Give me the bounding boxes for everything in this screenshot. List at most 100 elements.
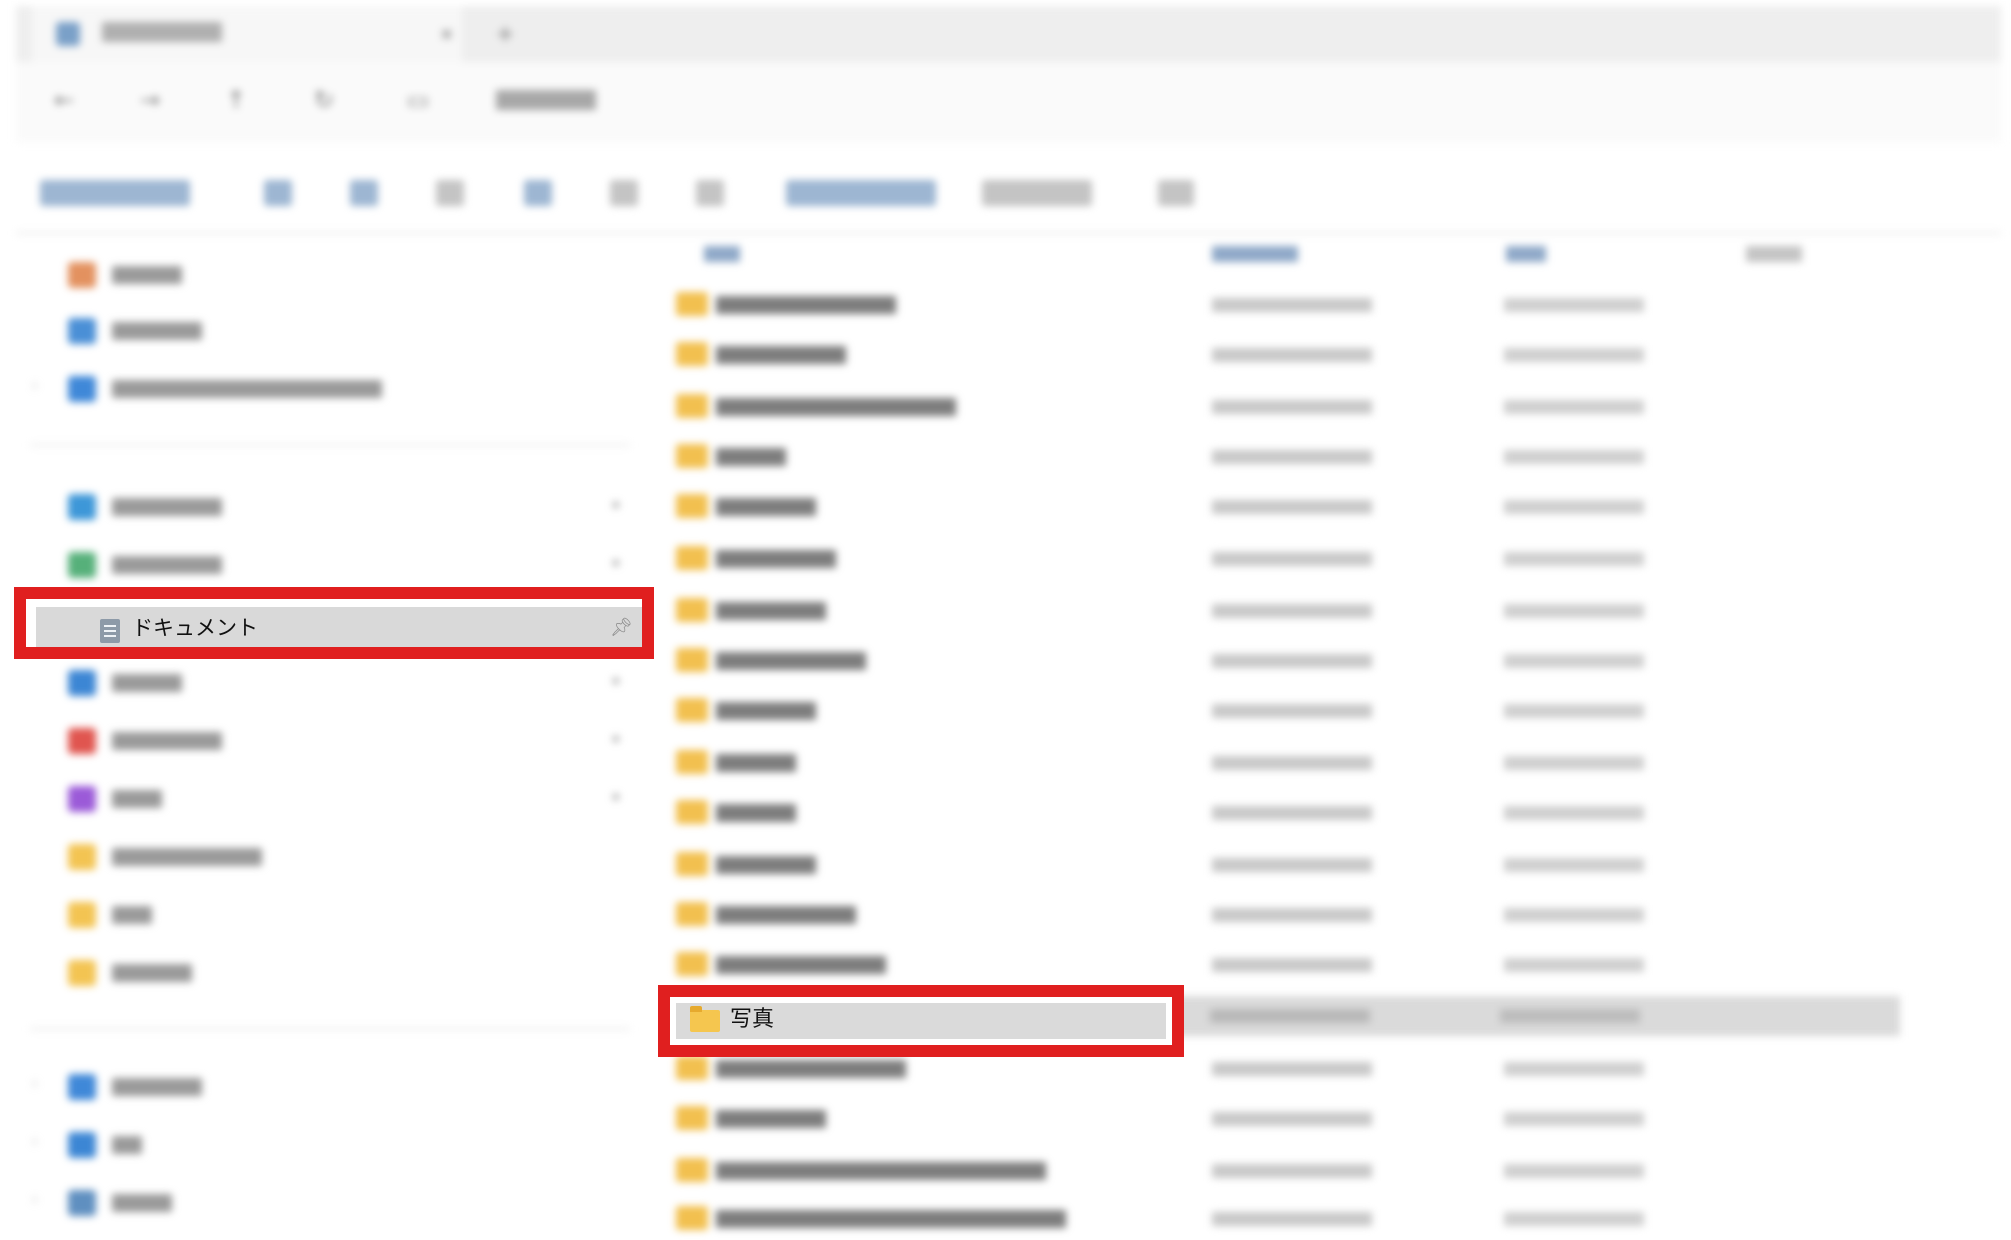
sidebar-item[interactable]: ✦ xyxy=(24,544,624,584)
folder-icon xyxy=(676,292,708,316)
sidebar-item-label xyxy=(112,1078,202,1096)
pin-icon[interactable]: ✦ xyxy=(610,556,626,572)
up-icon[interactable]: ↑ xyxy=(222,86,250,114)
breadcrumb[interactable] xyxy=(396,82,676,118)
chevron-right-icon[interactable]: › xyxy=(32,1076,46,1094)
list-item[interactable] xyxy=(672,892,1900,936)
download-icon xyxy=(68,552,96,578)
folder-icon xyxy=(690,1006,720,1032)
chevron-right-icon[interactable]: › xyxy=(32,378,46,396)
tab-strip: ✕ + xyxy=(16,6,2001,62)
file-name xyxy=(716,346,846,364)
list-item[interactable] xyxy=(672,332,1900,376)
pin-icon[interactable]: ✦ xyxy=(610,732,626,748)
file-type xyxy=(1504,1062,1644,1076)
navigation-bar: ← → ↑ ↻ ▭ xyxy=(16,62,2001,142)
sidebar-item[interactable] xyxy=(24,952,624,992)
back-icon[interactable]: ← xyxy=(50,86,78,114)
share-icon[interactable] xyxy=(610,180,638,206)
list-item[interactable] xyxy=(672,1096,1900,1140)
sidebar-item-label xyxy=(112,322,202,340)
file-date xyxy=(1212,654,1372,668)
sidebar-item-documents[interactable]: ドキュメント 📌︎ xyxy=(36,607,642,647)
sidebar-item[interactable] xyxy=(24,310,624,350)
file-type xyxy=(1504,400,1644,414)
folder-icon xyxy=(676,648,708,672)
list-item[interactable] xyxy=(672,688,1900,732)
file-date xyxy=(1212,1112,1372,1126)
file-name xyxy=(716,550,836,568)
sidebar-item[interactable] xyxy=(24,254,624,294)
tab-title xyxy=(102,22,222,42)
file-date xyxy=(1212,704,1372,718)
pin-icon[interactable]: 📌︎ xyxy=(610,617,633,638)
close-icon[interactable]: ✕ xyxy=(440,27,454,43)
sidebar-item[interactable]: ✦ xyxy=(24,662,624,702)
sidebar-item[interactable]: › xyxy=(24,1066,624,1106)
list-item[interactable] xyxy=(672,536,1900,580)
sort-button[interactable] xyxy=(786,180,936,206)
list-item[interactable] xyxy=(672,1196,1900,1240)
toolbar-divider xyxy=(16,232,2001,234)
tab-current[interactable]: ✕ xyxy=(32,6,462,62)
list-item[interactable] xyxy=(672,384,1900,428)
new-tab-icon[interactable]: + xyxy=(496,24,516,46)
list-item[interactable] xyxy=(672,434,1900,478)
cut-icon[interactable] xyxy=(264,180,292,206)
column-header-size[interactable] xyxy=(1746,246,1802,262)
copy-icon[interactable] xyxy=(350,180,378,206)
sidebar-item[interactable] xyxy=(24,836,624,876)
sidebar-item[interactable]: › xyxy=(24,368,624,408)
list-item[interactable] xyxy=(672,740,1900,784)
sidebar-item-label: ドキュメント xyxy=(132,616,258,640)
sidebar-item-label xyxy=(112,498,222,516)
list-item-photos[interactable]: 写真 xyxy=(676,1003,1166,1039)
selected-row-details[interactable] xyxy=(1170,996,1900,1036)
pin-icon[interactable]: ✦ xyxy=(610,674,626,690)
file-type xyxy=(1504,958,1644,972)
sidebar-item[interactable]: ✦ xyxy=(24,778,624,818)
cloud-icon xyxy=(68,376,96,402)
list-item[interactable] xyxy=(672,842,1900,886)
pin-icon[interactable]: ✦ xyxy=(610,790,626,806)
desktop-icon xyxy=(68,494,96,520)
paste-icon[interactable] xyxy=(436,180,464,206)
chevron-right-icon[interactable]: › xyxy=(32,1134,46,1152)
file-type xyxy=(1504,1164,1644,1178)
file-date xyxy=(1212,908,1372,922)
file-type xyxy=(1500,1009,1640,1023)
list-item[interactable] xyxy=(672,1148,1900,1192)
new-button[interactable] xyxy=(40,180,190,206)
more-icon[interactable] xyxy=(1158,180,1194,206)
sidebar-item[interactable]: ✦ xyxy=(24,720,624,760)
view-button[interactable] xyxy=(982,180,1092,206)
file-name xyxy=(716,296,896,314)
file-type xyxy=(1504,298,1644,312)
column-header-name[interactable] xyxy=(704,246,740,262)
column-header-type[interactable] xyxy=(1506,246,1546,262)
list-item[interactable] xyxy=(672,942,1900,986)
refresh-icon[interactable]: ↻ xyxy=(310,86,338,114)
list-item[interactable] xyxy=(672,638,1900,682)
chevron-right-icon[interactable]: › xyxy=(32,1192,46,1210)
sidebar-item[interactable]: ✦ xyxy=(24,486,624,526)
column-header-date[interactable] xyxy=(1212,246,1298,262)
file-date xyxy=(1212,604,1372,618)
forward-icon[interactable]: → xyxy=(136,86,164,114)
folder-icon xyxy=(676,1106,708,1130)
pc-icon xyxy=(68,1132,96,1158)
sidebar-item[interactable]: › xyxy=(24,1182,624,1222)
delete-icon[interactable] xyxy=(696,180,724,206)
rename-icon[interactable] xyxy=(524,180,552,206)
list-item[interactable] xyxy=(672,588,1900,632)
folder-name: 写真 xyxy=(730,1007,775,1032)
pin-icon[interactable]: ✦ xyxy=(610,498,626,514)
list-item[interactable] xyxy=(672,790,1900,834)
list-item[interactable] xyxy=(672,282,1900,326)
list-item[interactable] xyxy=(672,484,1900,528)
file-date xyxy=(1212,756,1372,770)
sidebar-item[interactable]: › xyxy=(24,1124,624,1164)
breadcrumb-item[interactable] xyxy=(496,90,596,110)
sidebar-item[interactable] xyxy=(24,894,624,934)
folder-icon xyxy=(676,750,708,774)
